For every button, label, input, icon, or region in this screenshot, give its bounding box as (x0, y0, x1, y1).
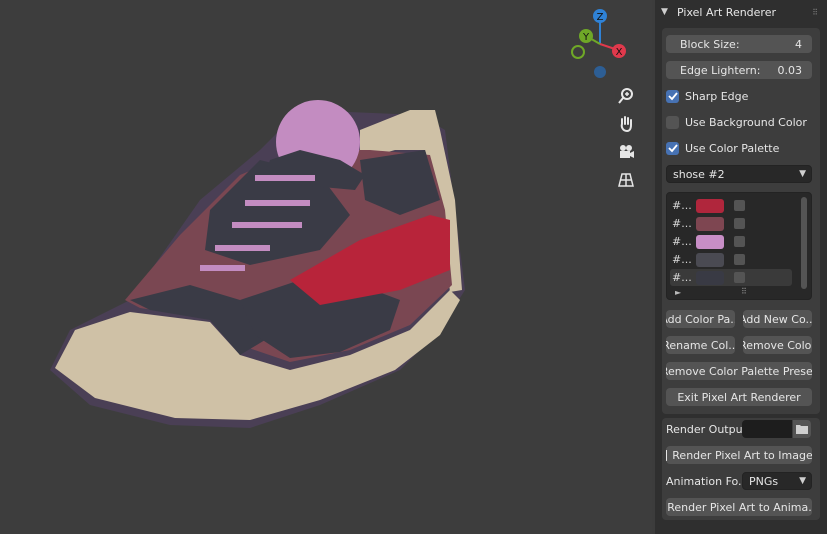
chevron-down-icon: ▼ (799, 169, 806, 179)
chevron-down-icon[interactable]: ▼ (661, 7, 671, 17)
palette-row[interactable]: #... (670, 233, 792, 250)
exit-renderer-button[interactable]: Exit Pixel Art Renderer (666, 388, 812, 406)
panel-header[interactable]: ▼ Pixel Art Renderer ⠿ (655, 0, 827, 24)
palette-toggle[interactable] (734, 218, 745, 229)
sidebar-panel: ▼ Pixel Art Renderer ⠿ Block Size: 4 Edg… (655, 0, 827, 534)
remove-color-button[interactable]: Remove Color (743, 336, 812, 354)
checkmark-icon[interactable] (666, 89, 679, 103)
use-background-color-label: Use Background Color (685, 115, 807, 129)
palette-swatch[interactable] (696, 216, 724, 231)
sharp-edge-checkbox[interactable]: Sharp Edge (666, 88, 748, 104)
3d-viewport[interactable]: Z Y X (0, 0, 652, 534)
panel-title: Pixel Art Renderer (677, 5, 777, 19)
palette-toggle[interactable] (734, 200, 745, 211)
add-color-palette-button[interactable]: Add Color Pa... (666, 310, 735, 328)
palette-toggle[interactable] (734, 236, 745, 247)
pan-hand-icon[interactable] (614, 112, 638, 136)
list-resize-handle-icon[interactable]: ⠿ (741, 287, 747, 296)
output-box: Render Output: Render Pixel Art to Image… (662, 418, 820, 520)
palette-toggle[interactable] (734, 272, 745, 283)
use-color-palette-label: Use Color Palette (685, 141, 780, 155)
palette-hex: #... (672, 199, 692, 212)
palette-hex: #... (672, 253, 692, 266)
palette-hex: #... (672, 235, 692, 248)
palette-row[interactable]: #... (670, 269, 792, 286)
palette-select[interactable]: shose #2 ▼ (666, 165, 812, 183)
animation-format-select[interactable]: PNGs ▼ (742, 472, 812, 490)
expand-arrow-icon[interactable]: ► (675, 288, 681, 297)
palette-toggle[interactable] (734, 254, 745, 265)
gizmo-neg-y (571, 45, 585, 59)
checkbox-empty-icon[interactable] (666, 115, 679, 129)
edge-lighten-field[interactable]: Edge Lightern: 0.03 (666, 61, 812, 79)
remove-palette-preset-button[interactable]: Remove Color Palette Preset (666, 362, 812, 380)
use-color-palette-checkbox[interactable]: Use Color Palette (666, 140, 779, 156)
render-image-icon (666, 449, 668, 461)
palette-row[interactable]: #... (670, 215, 792, 232)
block-size-field[interactable]: Block Size: 4 (666, 35, 812, 53)
camera-icon[interactable] (614, 140, 638, 164)
sharp-edge-label: Sharp Edge (685, 89, 749, 103)
palette-hex: #... (672, 271, 692, 284)
palette-row[interactable]: #... (670, 251, 792, 268)
palette-swatch[interactable] (696, 198, 724, 213)
gizmo-x-label: X (616, 47, 623, 58)
use-background-color-checkbox[interactable]: Use Background Color (666, 114, 807, 130)
render-output-label: Render Output: (666, 423, 751, 436)
block-size-value: 4 (795, 37, 802, 51)
render-image-button[interactable]: Render Pixel Art to Image (666, 446, 812, 464)
palette-scrollbar[interactable] (801, 197, 807, 289)
render-animation-label: Render Pixel Art to Anima... (667, 500, 812, 514)
gizmo-y-label: Y (582, 32, 590, 43)
render-output-path-input[interactable] (742, 420, 792, 438)
settings-box: Block Size: 4 Edge Lightern: 0.03 Sharp … (662, 28, 820, 414)
checkmark-icon[interactable] (666, 141, 679, 155)
gizmo-neg-z (594, 66, 606, 78)
chevron-down-icon: ▼ (799, 476, 806, 486)
block-size-label: Block Size: (680, 37, 740, 51)
palette-swatch[interactable] (696, 270, 724, 285)
drag-handle-icon[interactable]: ⠿ (812, 8, 819, 17)
zoom-icon[interactable] (614, 84, 638, 108)
palette-swatch[interactable] (696, 234, 724, 249)
palette-swatch[interactable] (696, 252, 724, 267)
grid-view-icon[interactable] (614, 168, 638, 192)
pixel-art-shoe-render (50, 100, 465, 428)
palette-select-value: shose #2 (673, 167, 725, 181)
rename-color-button[interactable]: Rename Col... (666, 336, 735, 354)
render-animation-button[interactable]: Render Pixel Art to Anima... (666, 498, 812, 516)
palette-hex: #... (672, 217, 692, 230)
animation-format-value: PNGs (749, 474, 779, 488)
palette-list[interactable]: #... #... #... #... #... ► ⠿ (666, 192, 812, 300)
folder-icon[interactable] (793, 420, 811, 438)
animation-format-label: Animation Fo... (666, 475, 749, 488)
gizmo-z-label: Z (597, 12, 604, 23)
edge-lighten-value: 0.03 (777, 63, 803, 77)
render-image-label: Render Pixel Art to Image (672, 448, 812, 462)
navigation-gizmo[interactable]: Z Y X (562, 4, 642, 84)
add-new-color-button[interactable]: Add New Co... (743, 310, 812, 328)
palette-row[interactable]: #... (670, 197, 792, 214)
